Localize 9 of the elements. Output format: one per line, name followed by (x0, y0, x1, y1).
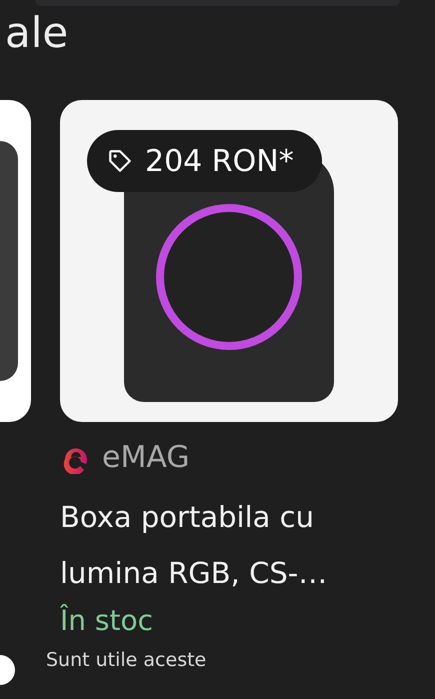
product-title[interactable]: Boxa portabila cu lumina RGB, CS-… (60, 489, 398, 601)
price-text: 204 RON* (145, 144, 294, 178)
product-card[interactable] (0, 100, 31, 422)
product-card[interactable]: 204 RON* (60, 100, 398, 422)
tag-icon (107, 148, 133, 174)
feedback-question: Sunt utile aceste (46, 649, 206, 671)
store-name: eMAG (102, 440, 190, 475)
section-heading: ale (5, 8, 70, 58)
availability-text: În stoc (60, 603, 154, 639)
